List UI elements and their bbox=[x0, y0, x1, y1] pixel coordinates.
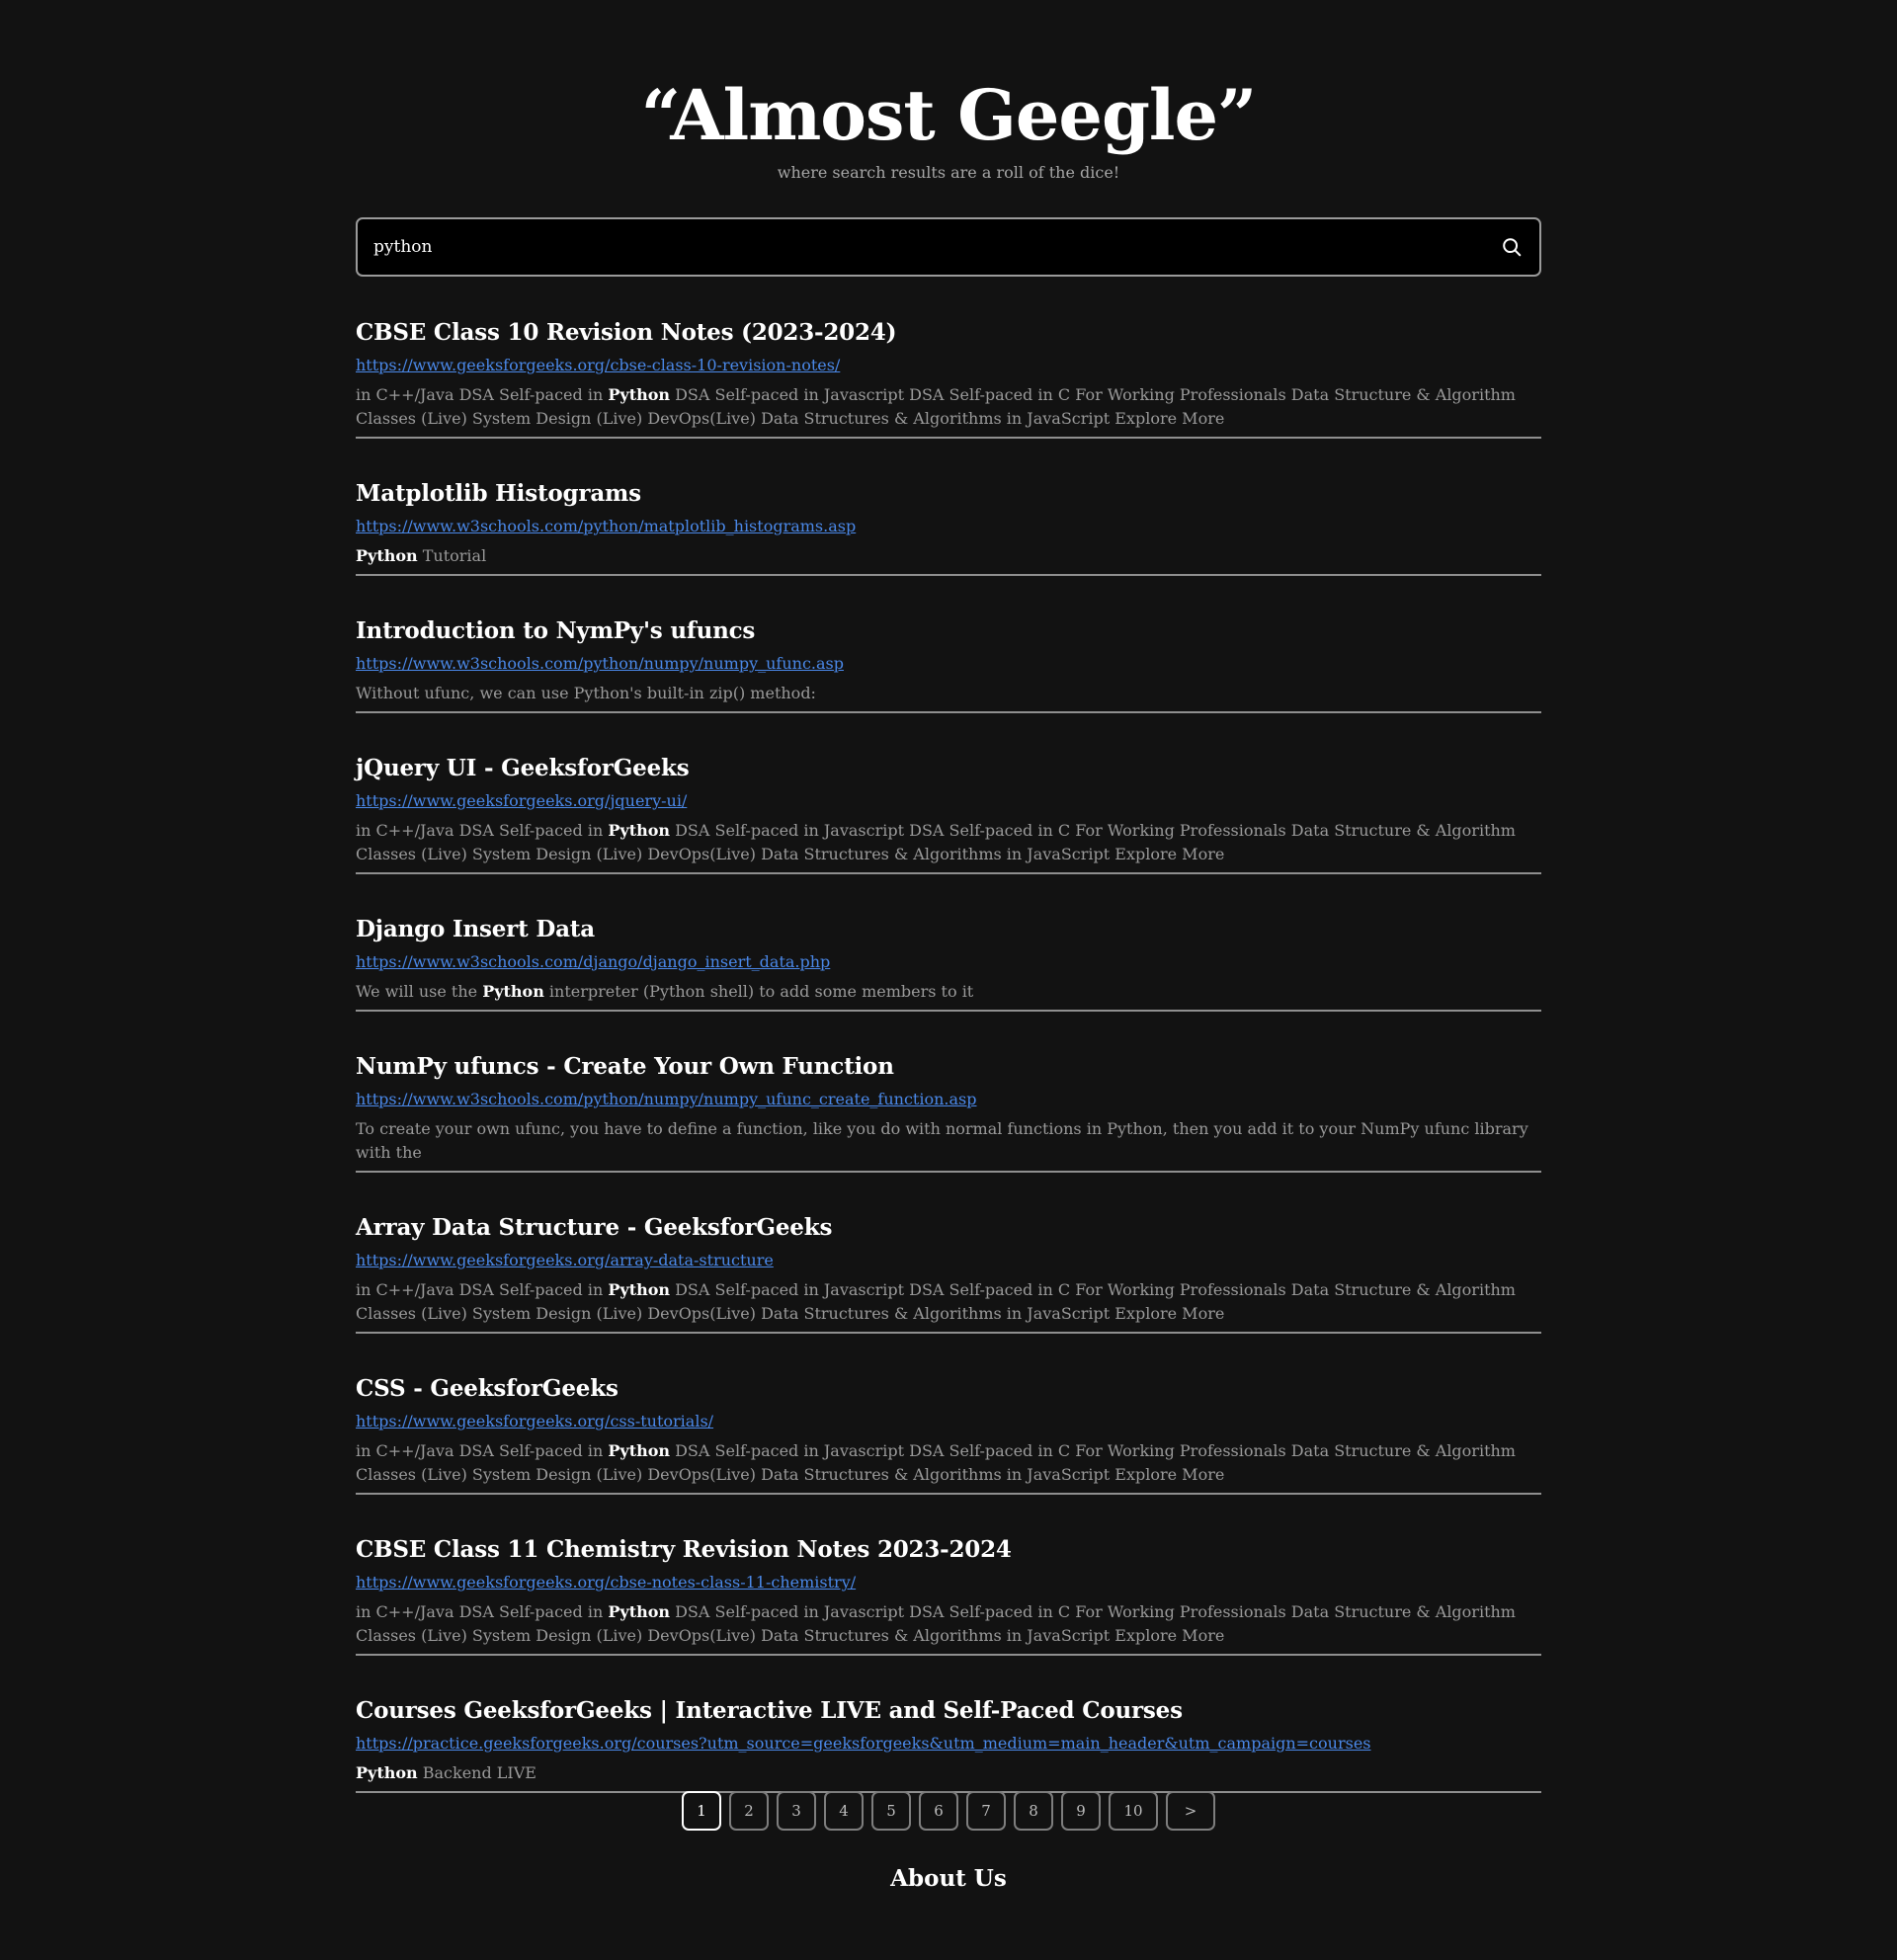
snippet-highlight: Python bbox=[608, 1280, 671, 1299]
page-button-8[interactable]: 8 bbox=[1014, 1791, 1053, 1831]
result-title[interactable]: Array Data Structure - GeeksforGeeks bbox=[356, 1207, 1541, 1249]
search-result: CSS - GeeksforGeeks https://www.geeksforg… bbox=[356, 1368, 1541, 1495]
search-bar bbox=[356, 217, 1541, 277]
page-button-6[interactable]: 6 bbox=[919, 1791, 958, 1831]
page-button-5[interactable]: 5 bbox=[871, 1791, 911, 1831]
result-url-link[interactable]: https://www.w3schools.com/django/django_… bbox=[356, 950, 830, 974]
search-result: Django Insert Data https://www.w3schools.… bbox=[356, 909, 1541, 1012]
snippet-highlight: Python bbox=[482, 982, 544, 1001]
result-title[interactable]: CSS - GeeksforGeeks bbox=[356, 1368, 1541, 1410]
result-snippet: We will use the Python interpreter (Pyth… bbox=[356, 980, 1541, 1010]
search-result: Array Data Structure - GeeksforGeeks http… bbox=[356, 1207, 1541, 1334]
search-result: CBSE Class 10 Revision Notes (2023-2024)… bbox=[356, 312, 1541, 439]
snippet-text: in C++/Java DSA Self-paced in bbox=[356, 1602, 609, 1621]
about-us-heading: About Us bbox=[890, 1865, 1007, 1892]
site-title: “Almost Geegle” bbox=[640, 74, 1258, 156]
result-url-link[interactable]: https://www.geeksforgeeks.org/cbse-class… bbox=[356, 354, 840, 377]
result-snippet: Without ufunc, we can use Python's built… bbox=[356, 682, 1541, 711]
result-url-link[interactable]: https://www.w3schools.com/python/numpy/n… bbox=[356, 652, 844, 676]
search-result: Introduction to NymPy's ufuncs https://ww… bbox=[356, 611, 1541, 713]
snippet-text: We will use the bbox=[356, 982, 483, 1001]
search-result: Courses GeeksforGeeks | Interactive LIVE… bbox=[356, 1690, 1541, 1793]
result-title[interactable]: Courses GeeksforGeeks | Interactive LIVE… bbox=[356, 1690, 1541, 1732]
result-snippet: in C++/Java DSA Self-paced in Python DSA… bbox=[356, 1439, 1541, 1493]
results-list: CBSE Class 10 Revision Notes (2023-2024)… bbox=[356, 312, 1541, 1828]
result-snippet: Python Tutorial bbox=[356, 544, 1541, 574]
snippet-highlight: Python bbox=[356, 546, 418, 565]
search-icon bbox=[1501, 236, 1523, 258]
snippet-highlight: Python bbox=[608, 385, 671, 404]
result-title[interactable]: Matplotlib Histograms bbox=[356, 473, 1541, 515]
result-url-link[interactable]: https://www.w3schools.com/python/numpy/n… bbox=[356, 1088, 976, 1111]
page-button-3[interactable]: 3 bbox=[777, 1791, 816, 1831]
snippet-highlight: Python bbox=[608, 1441, 671, 1460]
result-title[interactable]: Introduction to NymPy's ufuncs bbox=[356, 611, 1541, 652]
page-button-2[interactable]: 2 bbox=[729, 1791, 769, 1831]
result-snippet: in C++/Java DSA Self-paced in Python DSA… bbox=[356, 1600, 1541, 1654]
site-tagline: where search results are a roll of the d… bbox=[777, 163, 1120, 182]
pagination: 1 2 3 4 5 6 7 8 9 10 > bbox=[356, 1791, 1541, 1831]
result-url-link[interactable]: https://www.geeksforgeeks.org/array-data… bbox=[356, 1249, 774, 1272]
search-button[interactable] bbox=[1498, 233, 1526, 261]
next-page-button[interactable]: > bbox=[1166, 1791, 1215, 1831]
result-snippet: To create your own ufunc, you have to de… bbox=[356, 1117, 1541, 1171]
snippet-highlight: Python bbox=[356, 1763, 418, 1782]
page-button-1[interactable]: 1 bbox=[682, 1791, 721, 1831]
result-url-link[interactable]: https://www.geeksforgeeks.org/jquery-ui/ bbox=[356, 789, 687, 813]
result-url-link[interactable]: https://www.geeksforgeeks.org/cbse-notes… bbox=[356, 1571, 856, 1594]
snippet-text: Tutorial bbox=[417, 546, 487, 565]
search-result: Matplotlib Histograms https://www.w3schoo… bbox=[356, 473, 1541, 576]
snippet-text: interpreter (Python shell) to add some m… bbox=[543, 982, 974, 1001]
snippet-highlight: Python bbox=[608, 1602, 671, 1621]
page-button-4[interactable]: 4 bbox=[824, 1791, 864, 1831]
result-title[interactable]: CBSE Class 10 Revision Notes (2023-2024) bbox=[356, 312, 1541, 354]
result-title[interactable]: NumPy ufuncs - Create Your Own Function bbox=[356, 1046, 1541, 1088]
search-input[interactable] bbox=[373, 219, 1460, 275]
snippet-text: in C++/Java DSA Self-paced in bbox=[356, 821, 609, 840]
result-url-link[interactable]: https://www.geeksforgeeks.org/css-tutori… bbox=[356, 1410, 713, 1433]
search-result: NumPy ufuncs - Create Your Own Function h… bbox=[356, 1046, 1541, 1173]
result-snippet: in C++/Java DSA Self-paced in Python DSA… bbox=[356, 1278, 1541, 1332]
search-result: jQuery UI - GeeksforGeeks https://www.gee… bbox=[356, 748, 1541, 874]
snippet-text: in C++/Java DSA Self-paced in bbox=[356, 1280, 609, 1299]
result-snippet: in C++/Java DSA Self-paced in Python DSA… bbox=[356, 819, 1541, 872]
snippet-text: Without ufunc, we can use Python's built… bbox=[356, 684, 816, 702]
result-title[interactable]: Django Insert Data bbox=[356, 909, 1541, 950]
search-result: CBSE Class 11 Chemistry Revision Notes 2… bbox=[356, 1529, 1541, 1656]
snippet-text: in C++/Java DSA Self-paced in bbox=[356, 385, 609, 404]
snippet-highlight: Python bbox=[608, 821, 671, 840]
result-url-link[interactable]: https://practice.geeksforgeeks.org/cours… bbox=[356, 1732, 1371, 1756]
result-title[interactable]: CBSE Class 11 Chemistry Revision Notes 2… bbox=[356, 1529, 1541, 1571]
page-button-9[interactable]: 9 bbox=[1061, 1791, 1101, 1831]
snippet-text: Backend LIVE bbox=[417, 1763, 536, 1782]
page-button-7[interactable]: 7 bbox=[966, 1791, 1006, 1831]
result-snippet: Python Backend LIVE bbox=[356, 1761, 1541, 1791]
result-title[interactable]: jQuery UI - GeeksforGeeks bbox=[356, 748, 1541, 789]
page-button-10[interactable]: 10 bbox=[1109, 1791, 1158, 1831]
result-url-link[interactable]: https://www.w3schools.com/python/matplot… bbox=[356, 515, 856, 538]
snippet-text: To create your own ufunc, you have to de… bbox=[356, 1119, 1528, 1162]
result-snippet: in C++/Java DSA Self-paced in Python DSA… bbox=[356, 383, 1541, 437]
snippet-text: in C++/Java DSA Self-paced in bbox=[356, 1441, 609, 1460]
